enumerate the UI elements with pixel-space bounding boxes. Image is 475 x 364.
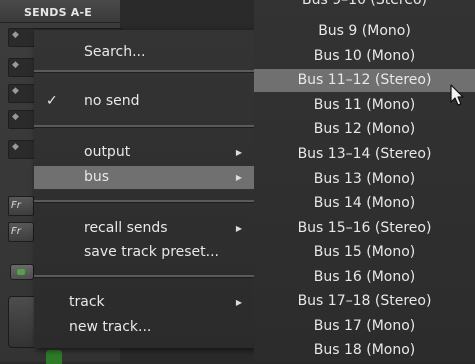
submenu-arrow-icon: ▶ [235, 298, 242, 307]
bus-item[interactable]: Bus 13–14 (Stereo) [254, 143, 475, 166]
bus-item[interactable]: Bus 13 (Mono) [254, 168, 475, 191]
menu-separator [34, 275, 254, 278]
bus-item[interactable]: Bus 11–12 (Stereo) [254, 69, 475, 92]
menu-item-track[interactable]: track ▶ [34, 291, 254, 314]
menu-item-label: no send [84, 93, 140, 109]
bus-item[interactable]: Bus 10 (Mono) [254, 45, 475, 68]
send-enable-button[interactable] [10, 264, 34, 280]
bus-item[interactable]: Bus 15 (Mono) [254, 241, 475, 264]
slot-arrow-icon: ◆ [12, 30, 19, 40]
bus-item[interactable]: Bus 17–18 (Stereo) [254, 290, 475, 313]
menu-item-label: track [69, 294, 105, 310]
submenu-arrow-icon: ▶ [235, 173, 242, 182]
menu-item-new-track[interactable]: new track... [34, 316, 254, 339]
menu-item-label: save track preset... [84, 244, 219, 260]
menu-separator [34, 200, 254, 203]
menu-item-save-track-preset[interactable]: save track preset... [34, 241, 254, 264]
menu-item-label: output [84, 144, 131, 160]
menu-separator [34, 125, 254, 128]
slot-arrow-icon: ◆ [12, 86, 19, 96]
bus-item[interactable]: Bus 16 (Mono) [254, 266, 475, 289]
bus-item[interactable]: Bus 11 (Mono) [254, 94, 475, 117]
menu-item-label: Search... [84, 44, 146, 60]
bus-item[interactable]: Bus 9 (Mono) [254, 20, 475, 43]
slot-arrow-icon: ◆ [12, 112, 19, 122]
slot-arrow-icon: ◆ [12, 142, 19, 152]
menu-item-recall-sends[interactable]: recall sends ▶ [34, 217, 254, 240]
slot-arrow-icon: ◆ [12, 60, 19, 70]
menu-item-no-send[interactable]: ✓ no send [34, 90, 254, 113]
enable-indicator [17, 269, 25, 275]
send-context-menu: Search... ✓ no send output ▶ bus ▶ recal… [34, 30, 254, 348]
menu-item-label: recall sends [84, 220, 168, 236]
send-format-button[interactable]: Fr [8, 222, 34, 242]
bus-item[interactable]: Bus 12 (Mono) [254, 118, 475, 141]
menu-item-label: bus [84, 169, 110, 185]
bus-item[interactable]: Bus 18 (Mono) [254, 339, 475, 362]
bus-submenu: Bus 9–10 (Stereo) Bus 9 (Mono) Bus 10 (M… [254, 0, 475, 362]
sends-title: SENDS A-E [24, 6, 92, 19]
send-format-button[interactable]: Fr [8, 196, 34, 216]
bus-item[interactable]: Bus 9–10 (Stereo) [254, 0, 475, 12]
menu-item-label: new track... [69, 319, 152, 335]
submenu-arrow-icon: ▶ [235, 224, 242, 233]
menu-item-bus[interactable]: bus ▶ [34, 166, 254, 189]
submenu-arrow-icon: ▶ [235, 148, 242, 157]
mouse-pointer-icon [450, 84, 464, 106]
bus-item[interactable]: Bus 15–16 (Stereo) [254, 217, 475, 240]
bus-item[interactable]: Bus 17 (Mono) [254, 315, 475, 338]
checkmark-icon: ✓ [46, 93, 58, 109]
sends-header: SENDS A-E [0, 0, 120, 23]
bus-item[interactable]: Bus 14 (Mono) [254, 192, 475, 215]
menu-item-search[interactable]: Search... [34, 41, 254, 64]
menu-item-output[interactable]: output ▶ [34, 141, 254, 164]
menu-separator [34, 70, 254, 73]
